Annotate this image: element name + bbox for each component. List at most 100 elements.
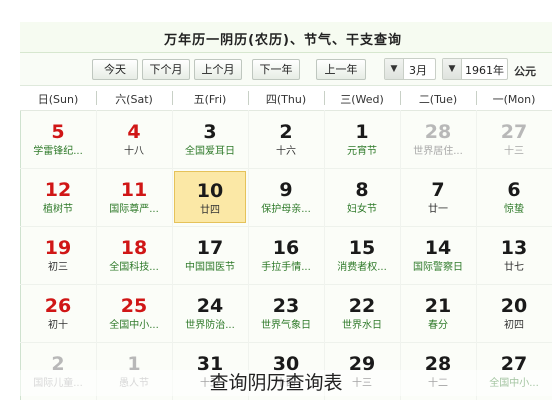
day-number: 21 [424, 295, 452, 317]
chevron-down-icon: ▼ [443, 59, 462, 79]
month-select-value: 3月 [409, 64, 427, 77]
day-cell[interactable]: 25 全国中小... [98, 287, 170, 339]
day-cell[interactable]: 17 中国国医节 [174, 229, 246, 281]
day-number: 6 [507, 179, 521, 201]
day-lunar-label: 春分 [428, 320, 448, 331]
weekday-sat: 六(Sat) [115, 93, 153, 106]
day-cell[interactable]: 15 消费者权... [326, 229, 398, 281]
grid-line [476, 110, 477, 400]
day-cell[interactable]: 3 全国爱耳日 [174, 113, 246, 165]
day-cell[interactable]: 19 初三 [22, 229, 94, 281]
day-cell-selected[interactable]: 10 廿四 [174, 171, 246, 223]
day-cell[interactable]: 1 元宵节 [326, 113, 398, 165]
day-number: 20 [500, 295, 528, 317]
day-cell[interactable]: 28 世界居住... [402, 113, 474, 165]
day-cell[interactable]: 20 初四 [478, 287, 550, 339]
day-cell[interactable]: 26 初十 [22, 287, 94, 339]
today-button[interactable]: 今天 [92, 59, 138, 80]
day-lunar-label: 十六 [276, 146, 296, 157]
day-lunar-label: 世界居住... [413, 146, 463, 157]
day-cell[interactable]: 4 十八 [98, 113, 170, 165]
next-year-button[interactable]: 下一年 [252, 59, 300, 80]
day-number: 5 [51, 121, 65, 143]
next-month-button[interactable]: 下个月 [142, 59, 190, 80]
day-cell[interactable]: 21 春分 [402, 287, 474, 339]
day-cell[interactable]: 9 保护母亲... [250, 171, 322, 223]
day-lunar-label: 元宵节 [347, 146, 377, 157]
era-label: 公元 [514, 65, 536, 78]
year-select-value: 1961年 [465, 64, 504, 77]
day-number: 23 [272, 295, 300, 317]
day-number: 7 [431, 179, 445, 201]
grid-line [20, 168, 552, 169]
weekday-fri: 五(Fri) [193, 93, 227, 106]
day-lunar-label: 廿四 [200, 205, 220, 216]
day-lunar-label: 世界防治... [185, 320, 235, 331]
day-number: 1 [355, 121, 369, 143]
day-number: 12 [44, 179, 72, 201]
day-cell[interactable]: 23 世界气象日 [250, 287, 322, 339]
day-number: 8 [355, 179, 369, 201]
prev-year-button[interactable]: 上一年 [316, 59, 366, 80]
day-lunar-label: 初四 [504, 320, 524, 331]
day-number: 10 [196, 180, 224, 202]
day-number: 2 [279, 121, 293, 143]
weekday-mon: 一(Mon) [492, 93, 536, 106]
day-lunar-label: 十三 [504, 146, 524, 157]
day-lunar-label: 学雷锋纪... [33, 146, 83, 157]
day-number: 22 [348, 295, 376, 317]
day-number: 13 [500, 237, 528, 259]
weekday-wed: 三(Wed) [340, 93, 384, 106]
day-cell[interactable]: 27 十三 [478, 113, 550, 165]
day-cell[interactable]: 22 世界水日 [326, 287, 398, 339]
weekday-tue: 二(Tue) [418, 93, 458, 106]
day-number: 4 [127, 121, 141, 143]
day-number: 16 [272, 237, 300, 259]
day-number: 26 [44, 295, 72, 317]
day-lunar-label: 世界气象日 [261, 320, 311, 331]
day-number: 15 [348, 237, 376, 259]
day-cell[interactable]: 24 世界防治... [174, 287, 246, 339]
month-select[interactable]: ▼ 3月 [384, 58, 436, 80]
grid-line [20, 342, 552, 343]
day-number: 24 [196, 295, 224, 317]
day-number: 3 [203, 121, 217, 143]
image-caption: 查询阴历查询表 [0, 370, 552, 396]
day-number: 18 [120, 237, 148, 259]
day-lunar-label: 全国爱耳日 [185, 146, 235, 157]
calendar-toolbar: 今天 下个月 上个月 下一年 上一年 ▼ 3月 ▼ 1961年 公元 [20, 53, 552, 86]
day-cell[interactable]: 12 植树节 [22, 171, 94, 223]
day-lunar-label: 保护母亲... [261, 204, 311, 215]
calendar-grid: 27 十三 28 世界居住... 1 元宵节 2 十六 3 全国爱耳日 4 十八 5 学雷锋纪... 6 惊蛰… [20, 110, 552, 400]
day-cell[interactable]: 2 十六 [250, 113, 322, 165]
day-number: 19 [44, 237, 72, 259]
day-number: 9 [279, 179, 293, 201]
day-cell[interactable]: 18 全国科技... [98, 229, 170, 281]
day-lunar-label: 全国科技... [109, 262, 159, 273]
grid-line [248, 110, 249, 400]
day-cell[interactable]: 6 惊蛰 [478, 171, 550, 223]
day-number: 27 [500, 121, 528, 143]
day-cell[interactable]: 5 学雷锋纪... [22, 113, 94, 165]
day-cell[interactable]: 11 国际尊严... [98, 171, 170, 223]
day-cell[interactable]: 14 国际警察日 [402, 229, 474, 281]
page-title: 万年历一阴历(农历)、节气、干支查询 [164, 33, 402, 48]
day-cell[interactable]: 7 廿一 [402, 171, 474, 223]
weekday-sun: 日(Sun) [37, 93, 79, 106]
day-cell[interactable]: 16 手拉手情... [250, 229, 322, 281]
day-number: 28 [424, 121, 452, 143]
day-number: 14 [424, 237, 452, 259]
weekday-header: 日(Sun) 六(Sat) 五(Fri) 四(Thu) 三(Wed) 二(Tue… [20, 86, 552, 111]
grid-line [324, 110, 325, 400]
day-lunar-label: 初三 [48, 262, 68, 273]
year-select[interactable]: ▼ 1961年 [442, 58, 508, 80]
day-lunar-label: 植树节 [43, 204, 73, 215]
day-lunar-label: 全国中小... [109, 320, 159, 331]
prev-month-button[interactable]: 上个月 [194, 59, 242, 80]
day-cell[interactable]: 8 妇女节 [326, 171, 398, 223]
grid-line [400, 110, 401, 400]
day-lunar-label: 妇女节 [347, 204, 377, 215]
day-lunar-label: 初十 [48, 320, 68, 331]
day-cell[interactable]: 13 廿七 [478, 229, 550, 281]
day-lunar-label: 惊蛰 [504, 204, 524, 215]
